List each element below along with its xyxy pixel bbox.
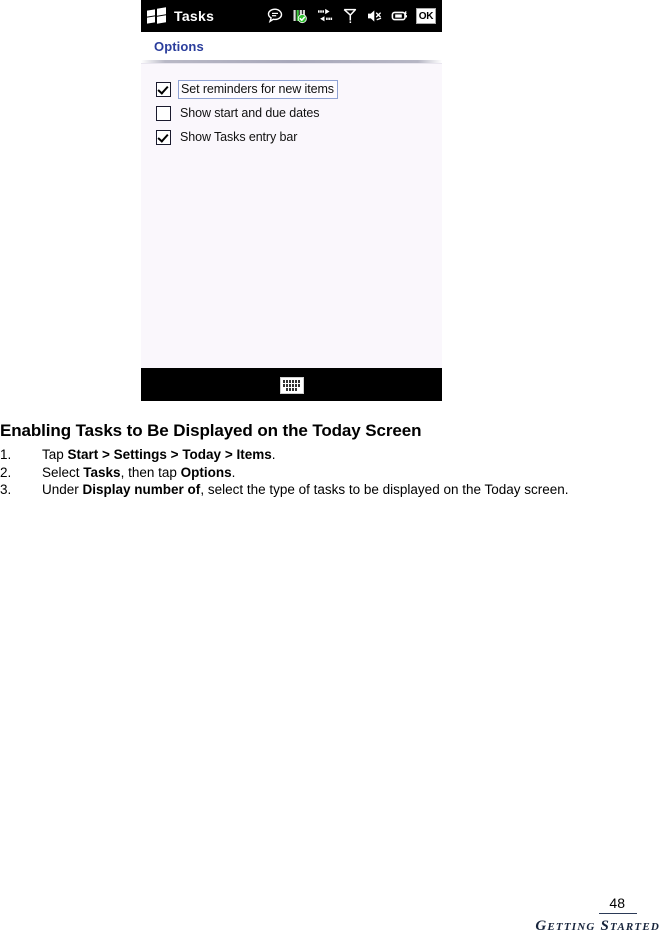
step-text-part-bold: Tasks <box>83 464 121 480</box>
step-text-part-bold: Options <box>180 464 232 480</box>
list-item: 2. Select Tasks, then tap Options. <box>0 465 661 482</box>
step-text-part: Under <box>42 482 83 497</box>
step-text-part: Tap <box>42 447 68 462</box>
checkbox-checked-icon[interactable] <box>156 129 171 145</box>
app-title: Tasks <box>174 8 215 24</box>
list-item: 3. Under Display number of, select the t… <box>0 482 661 499</box>
step-text-part: . <box>271 447 276 462</box>
step-text-part: , select the type of tasks to be display… <box>200 482 569 497</box>
option-row-show-tasks-entry-bar[interactable]: Show Tasks entry bar <box>141 125 442 149</box>
options-list: Set reminders for new items Show start a… <box>141 64 442 368</box>
document-body: Enabling Tasks to Be Displayed on the To… <box>0 420 661 500</box>
list-item: 1. Tap Start > Settings > Today > Items. <box>0 447 661 464</box>
volume-icon[interactable] <box>366 7 384 25</box>
phone-signal-icon[interactable] <box>341 7 359 25</box>
option-label: Show Tasks entry bar <box>180 129 298 144</box>
option-label: Set reminders for new items <box>178 79 338 99</box>
ok-button[interactable]: OK <box>416 8 436 24</box>
section-heading: Enabling Tasks to Be Displayed on the To… <box>0 421 422 440</box>
checkbox-unchecked-icon[interactable] <box>156 105 171 121</box>
messaging-icon[interactable] <box>266 7 284 25</box>
signal-strength-connected-icon[interactable] <box>291 7 309 25</box>
option-row-set-reminders[interactable]: Set reminders for new items <box>141 77 442 101</box>
status-tray: OK <box>266 7 438 25</box>
step-text-part: . <box>231 464 236 480</box>
soft-input-panel-bar <box>141 368 442 401</box>
page-title: Options <box>154 38 204 54</box>
steps-list: 1. Tap Start > Settings > Today > Items.… <box>0 447 661 499</box>
page-number: 48 <box>609 895 625 911</box>
option-row-show-start-due-dates[interactable]: Show start and due dates <box>141 101 442 125</box>
step-text-part-bold: Display number of <box>82 482 201 497</box>
options-page-header: Options <box>141 32 442 60</box>
checkbox-checked-icon[interactable] <box>156 81 171 97</box>
list-item-text: Under Display number of, select the type… <box>42 482 569 497</box>
step-text-part-bold: Start > Settings > Today > Items <box>67 447 272 462</box>
list-item-text: Select Tasks, then tap Options. <box>42 465 235 480</box>
windows-flag-icon[interactable] <box>147 6 166 25</box>
step-text-part: Select <box>42 464 84 480</box>
page-footer: 48 Getting Started <box>421 895 661 938</box>
list-item-number: 2. <box>0 464 12 480</box>
device-title-bar: Tasks OK <box>141 0 442 32</box>
keyboard-icon[interactable] <box>279 377 304 394</box>
step-text-part: , then tap <box>120 464 181 480</box>
device-screenshot: Tasks OK Options Set reminders for new i… <box>141 0 442 401</box>
option-label: Show start and due dates <box>180 105 320 120</box>
running-head: Getting Started <box>535 918 660 934</box>
list-item-number: 1. <box>0 447 12 462</box>
list-item-number: 3. <box>0 482 12 497</box>
footer-divider <box>599 913 637 914</box>
activesync-icon[interactable] <box>316 7 334 25</box>
list-item-text: Tap Start > Settings > Today > Items. <box>42 447 275 462</box>
battery-icon[interactable] <box>391 7 409 25</box>
